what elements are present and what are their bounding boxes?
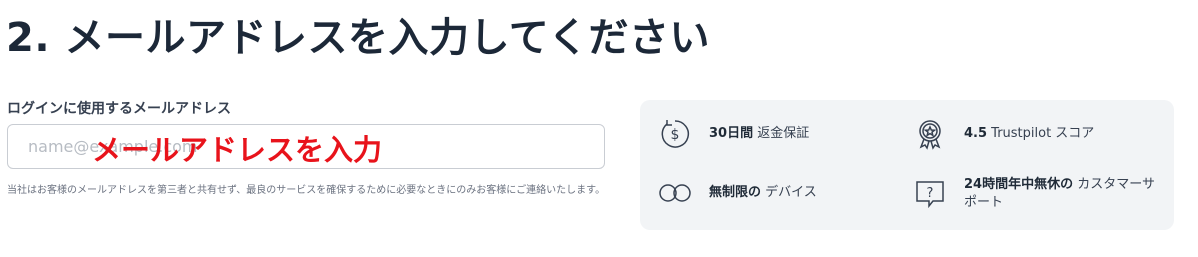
benefit-highlight: 4.5 bbox=[964, 126, 988, 141]
benefit-label: 返金保証 bbox=[753, 126, 810, 141]
benefits-panel: $ 30日間 返金保証 4.5 Trustpilot スコア 無制限の デバイス… bbox=[640, 100, 1174, 230]
benefit-highlight: 無制限の bbox=[709, 185, 762, 200]
benefit-highlight: 30日間 bbox=[709, 126, 754, 141]
benefit-support: ? 24時間年中無休の カスタマーサポート bbox=[913, 176, 1164, 212]
svg-text:$: $ bbox=[671, 127, 680, 143]
page-title: 2. メールアドレスを入力してください bbox=[6, 15, 711, 61]
benefit-label: デバイス bbox=[761, 185, 817, 200]
email-input[interactable] bbox=[7, 124, 605, 169]
email-field-label: ログインに使用するメールアドレス bbox=[7, 101, 231, 117]
benefit-label: Trustpilot スコア bbox=[987, 126, 1095, 141]
award-icon bbox=[913, 117, 947, 151]
infinity-icon bbox=[658, 176, 692, 210]
benefit-money-back: $ 30日間 返金保証 bbox=[658, 117, 809, 151]
svg-text:?: ? bbox=[927, 186, 934, 201]
money-back-icon: $ bbox=[658, 117, 692, 151]
benefit-unlimited-devices: 無制限の デバイス bbox=[658, 176, 817, 210]
benefit-trustpilot: 4.5 Trustpilot スコア bbox=[913, 117, 1094, 151]
benefit-highlight: 24時間年中無休の bbox=[964, 177, 1074, 192]
privacy-note: 当社はお客様のメールアドレスを第三者と共有せず、最良のサービスを確保するために必… bbox=[7, 185, 606, 196]
signup-step-email: 2. メールアドレスを入力してください ログインに使用するメールアドレス メール… bbox=[0, 0, 1198, 257]
support-chat-icon: ? bbox=[913, 177, 947, 211]
